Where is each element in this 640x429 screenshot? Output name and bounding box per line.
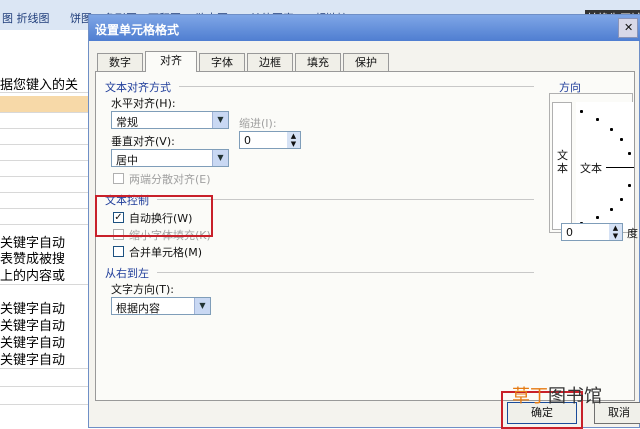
watermark-part2: 图书馆 bbox=[548, 386, 602, 407]
merge-cells-label: 合并单元格(M) bbox=[129, 246, 203, 259]
indent-spinner[interactable]: 0 ▲ ▼ bbox=[239, 131, 301, 149]
spinner-arrows-icon[interactable]: ▲ ▼ bbox=[287, 132, 300, 148]
text-direction-label: 文字方向(T): bbox=[111, 283, 175, 296]
distributed-label: 两端分散对齐(E) bbox=[129, 173, 211, 186]
tab-number[interactable]: 数字 bbox=[97, 53, 143, 71]
merge-cells-checkbox[interactable] bbox=[113, 246, 124, 257]
vertical-align-label: 垂直对齐(V): bbox=[111, 135, 175, 148]
highlight-wrap-text bbox=[95, 195, 213, 237]
ribbon-line-chart[interactable]: 图 折线图 bbox=[2, 10, 50, 26]
chevron-down-icon: ▼ bbox=[194, 298, 210, 314]
horizontal-align-label: 水平对齐(H): bbox=[111, 97, 176, 110]
watermark-part1: 草丁 bbox=[512, 386, 548, 407]
tab-font[interactable]: 字体 bbox=[199, 53, 245, 71]
degree-spinner[interactable]: 0 ▲ ▼ bbox=[561, 223, 623, 241]
dialog-title-bar[interactable]: 设置单元格格式 ✕ bbox=[89, 15, 640, 41]
tab-protection[interactable]: 保护 bbox=[343, 53, 389, 71]
table-row[interactable]: 上的内容或 bbox=[0, 265, 65, 284]
degree-label: 度 bbox=[627, 227, 638, 240]
table-row[interactable]: 关键字自动 bbox=[0, 349, 65, 368]
orientation-box[interactable]: 文本 文本 bbox=[549, 93, 634, 233]
vertical-align-select[interactable]: 居中 ▼ bbox=[111, 149, 229, 167]
worksheet-area[interactable]: 据您键入的关 关键字自动 表赞成被搜 上的内容或 关键字自动 关键字自动 关键字… bbox=[0, 30, 95, 428]
horizontal-align-select[interactable]: 常规 ▼ bbox=[111, 111, 229, 129]
cell-text[interactable]: 据您键入的关 bbox=[0, 74, 78, 93]
vertical-text-button[interactable]: 文本 bbox=[552, 102, 572, 230]
tab-alignment[interactable]: 对齐 bbox=[145, 51, 197, 72]
indent-label: 缩进(I): bbox=[239, 117, 277, 130]
dialog-title: 设置单元格格式 bbox=[95, 23, 180, 37]
highlighted-row bbox=[0, 96, 95, 112]
format-cells-dialog: 设置单元格格式 ✕ 数字 对齐 字体 边框 填充 保护 文本对齐方式 水平对齐(… bbox=[88, 14, 640, 429]
chevron-down-icon: ▼ bbox=[212, 112, 228, 128]
spinner-arrows-icon[interactable]: ▲ ▼ bbox=[609, 224, 622, 240]
distributed-checkbox[interactable] bbox=[113, 173, 124, 184]
chevron-down-icon: ▼ bbox=[212, 150, 228, 166]
tab-fill[interactable]: 填充 bbox=[295, 53, 341, 71]
close-button[interactable]: ✕ bbox=[618, 18, 638, 38]
text-align-section-label: 文本对齐方式 bbox=[105, 81, 171, 94]
orientation-dial[interactable]: 文本 bbox=[576, 102, 634, 230]
close-icon: ✕ bbox=[624, 21, 634, 34]
orientation-text: 文本 bbox=[580, 162, 602, 175]
watermark: 草丁图书馆 bbox=[512, 382, 602, 408]
text-direction-select[interactable]: 根据内容 ▼ bbox=[111, 297, 211, 315]
rtl-section-label: 从右到左 bbox=[105, 267, 149, 280]
tab-border[interactable]: 边框 bbox=[247, 53, 293, 71]
